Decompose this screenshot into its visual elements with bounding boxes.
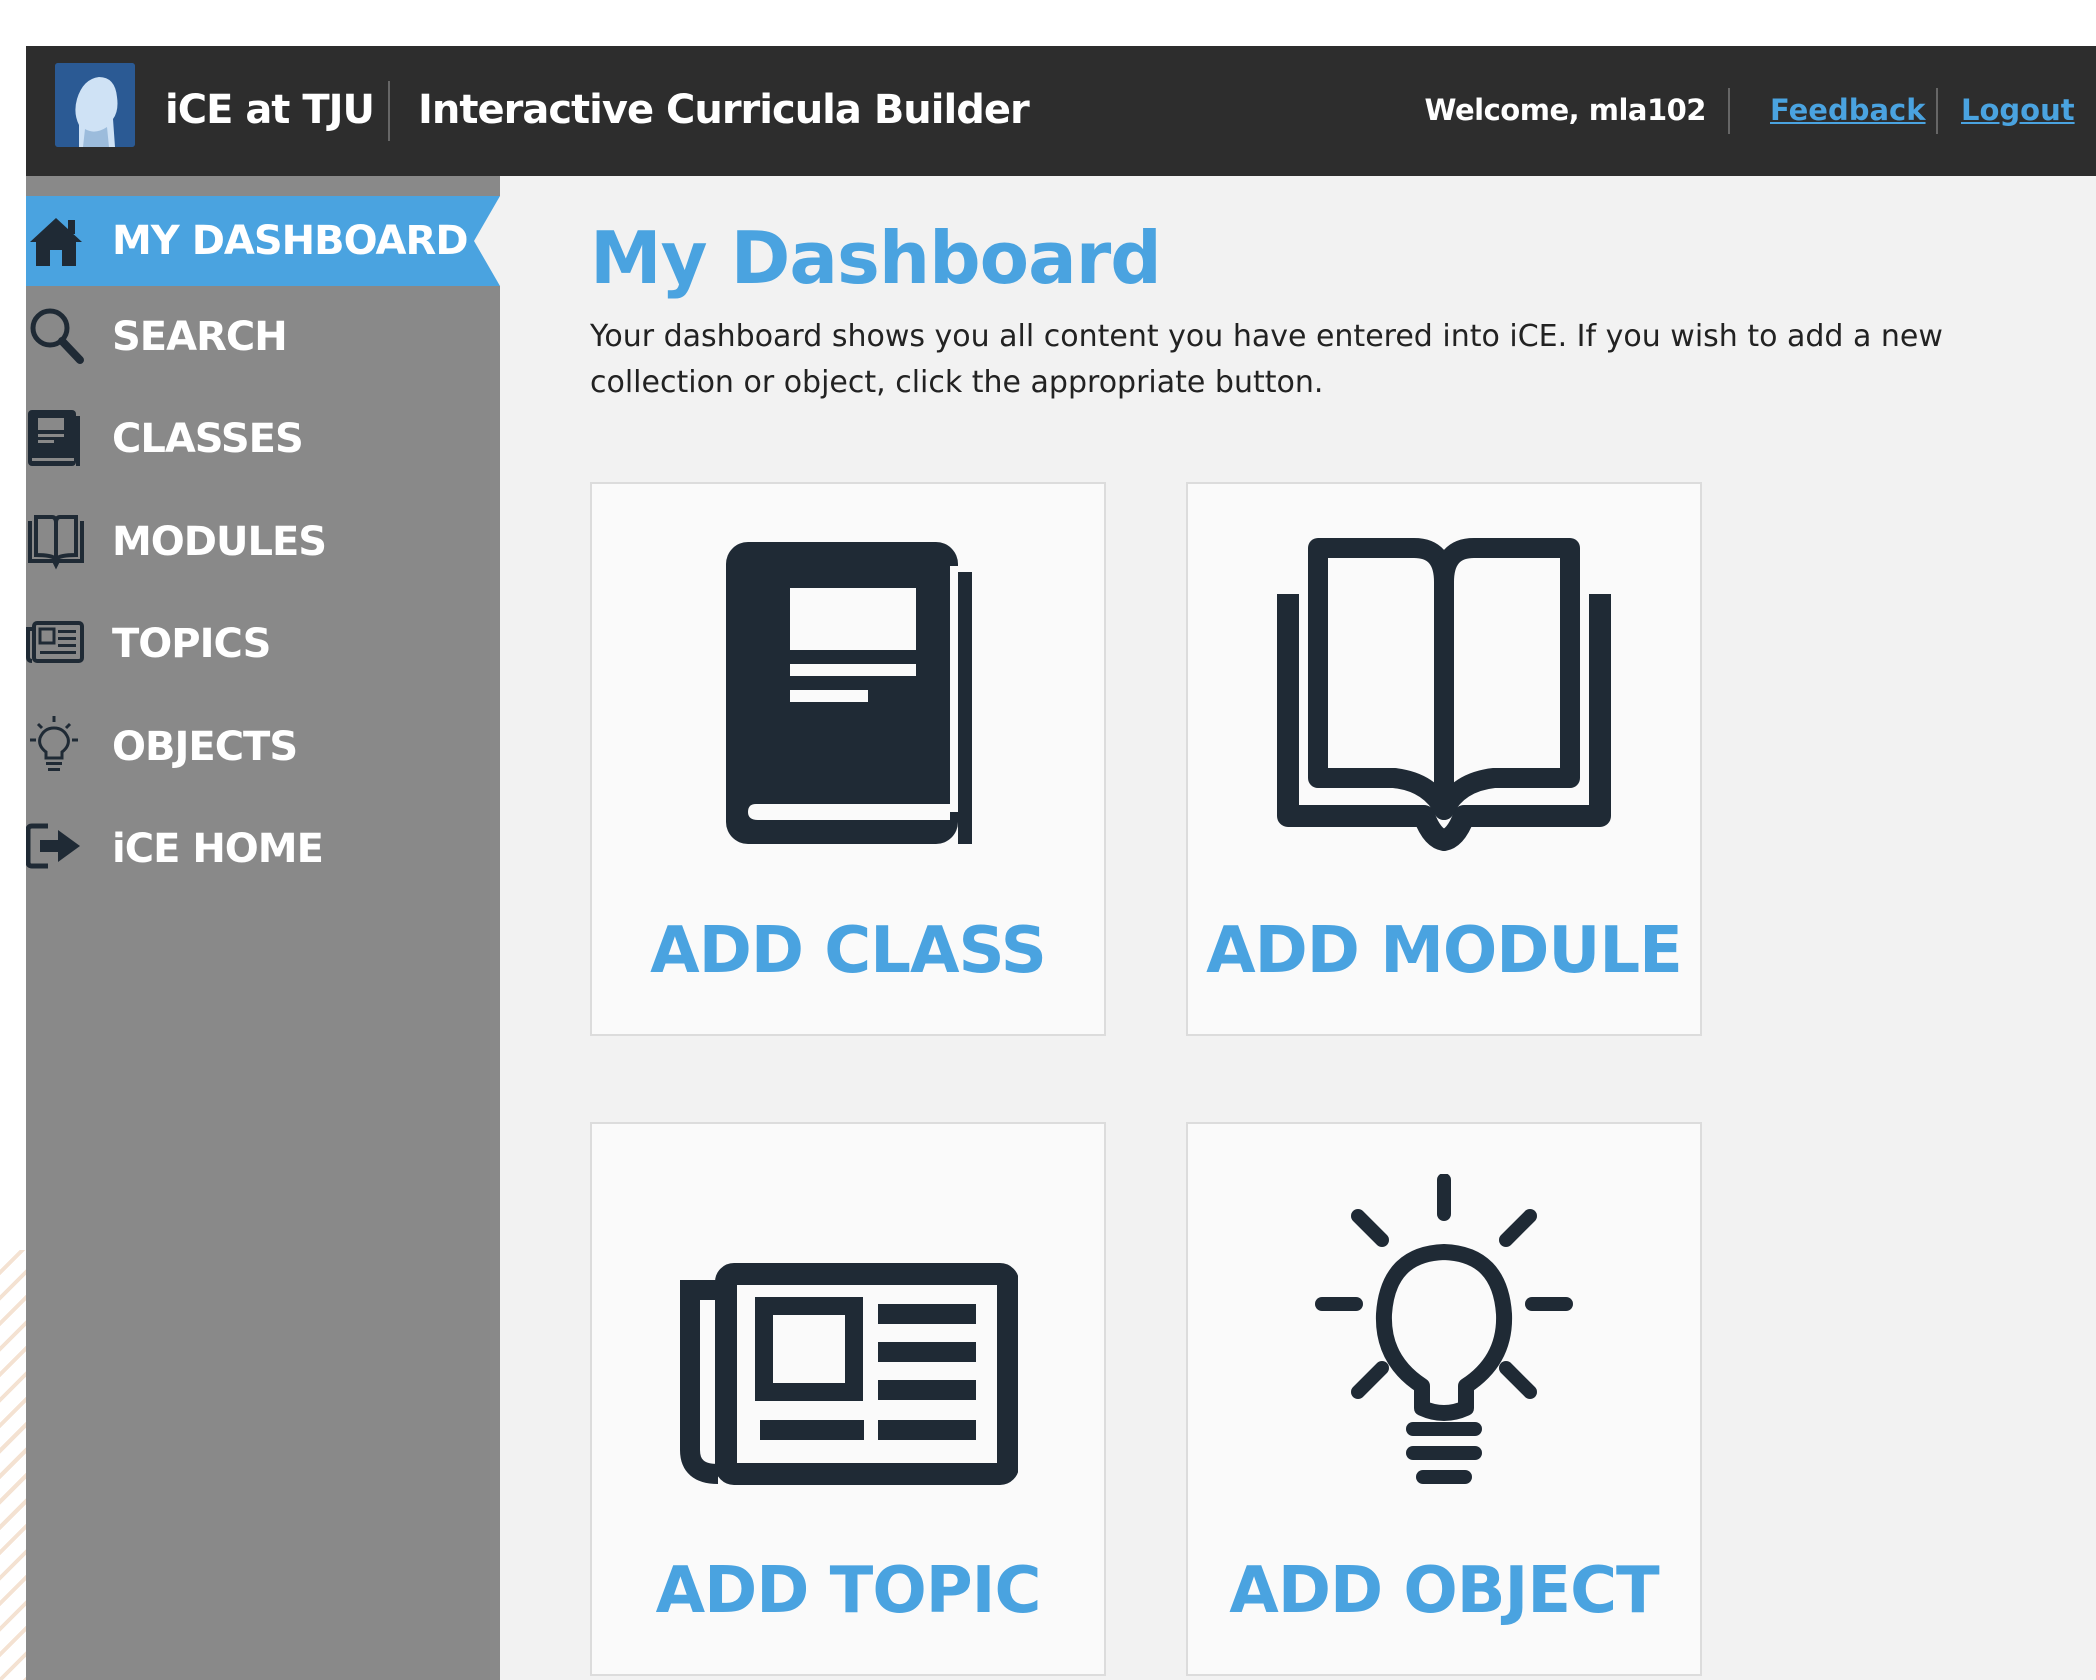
page-title: My Dashboard bbox=[590, 216, 1162, 300]
exit-icon bbox=[26, 818, 88, 880]
app-subtitle: Interactive Curricula Builder bbox=[418, 87, 1030, 133]
newspaper-icon bbox=[26, 613, 88, 675]
sidebar-item-label: iCE HOME bbox=[112, 826, 324, 872]
app-name[interactable]: iCE at TJU bbox=[165, 46, 375, 176]
sidebar-item-label: SEARCH bbox=[112, 314, 288, 360]
sidebar-item-search[interactable]: SEARCH bbox=[26, 292, 500, 382]
lightbulb-icon bbox=[1294, 1173, 1594, 1508]
header-divider bbox=[1728, 88, 1730, 134]
newspaper-icon bbox=[678, 1174, 1019, 1498]
book-icon bbox=[26, 408, 88, 470]
sidebar-item-classes[interactable]: CLASSES bbox=[26, 394, 500, 484]
sidebar: MY DASHBOARD SEARCH CLASSES MODULES TOPI… bbox=[26, 176, 500, 1680]
app-window: iCE at TJU Interactive Curricula Builder… bbox=[26, 46, 2096, 1680]
sidebar-item-modules[interactable]: MODULES bbox=[26, 497, 500, 587]
top-header: iCE at TJU Interactive Curricula Builder… bbox=[26, 46, 2096, 176]
sidebar-item-label: MY DASHBOARD bbox=[112, 218, 469, 264]
intro-text: Your dashboard shows you all content you… bbox=[590, 319, 1943, 400]
logout-link[interactable]: Logout bbox=[1961, 46, 2075, 176]
search-icon bbox=[26, 306, 88, 368]
add-module-label: ADD MODULE bbox=[1206, 914, 1683, 988]
add-class-label: ADD CLASS bbox=[650, 914, 1047, 988]
add-object-card[interactable]: ADD OBJECT bbox=[1186, 1122, 1702, 1676]
background-decoration bbox=[0, 1250, 26, 1680]
sidebar-item-objects[interactable]: OBJECTS bbox=[26, 702, 500, 792]
sidebar-item-label: TOPICS bbox=[112, 621, 271, 667]
sidebar-item-label: CLASSES bbox=[112, 416, 304, 462]
book-icon bbox=[718, 534, 978, 858]
sidebar-item-ice-home[interactable]: iCE HOME bbox=[26, 804, 500, 894]
welcome-message: Welcome, mla102 bbox=[1424, 93, 1707, 127]
add-topic-card[interactable]: ADD TOPIC bbox=[590, 1122, 1106, 1676]
sidebar-item-my-dashboard[interactable]: MY DASHBOARD bbox=[26, 196, 500, 286]
header-divider bbox=[1936, 88, 1938, 134]
open-book-icon bbox=[1274, 534, 1614, 858]
add-class-card[interactable]: ADD CLASS bbox=[590, 482, 1106, 1036]
add-topic-label: ADD TOPIC bbox=[655, 1554, 1042, 1628]
logo-icon[interactable] bbox=[55, 63, 135, 147]
home-icon bbox=[26, 210, 88, 272]
sidebar-item-topics[interactable]: TOPICS bbox=[26, 599, 500, 689]
open-book-icon bbox=[26, 511, 88, 573]
feedback-link[interactable]: Feedback bbox=[1770, 46, 1926, 176]
add-module-card[interactable]: ADD MODULE bbox=[1186, 482, 1702, 1036]
sidebar-item-label: OBJECTS bbox=[112, 724, 298, 770]
sidebar-item-label: MODULES bbox=[112, 519, 327, 565]
header-divider bbox=[388, 81, 390, 141]
lightbulb-icon bbox=[26, 716, 88, 778]
add-object-label: ADD OBJECT bbox=[1229, 1554, 1659, 1628]
